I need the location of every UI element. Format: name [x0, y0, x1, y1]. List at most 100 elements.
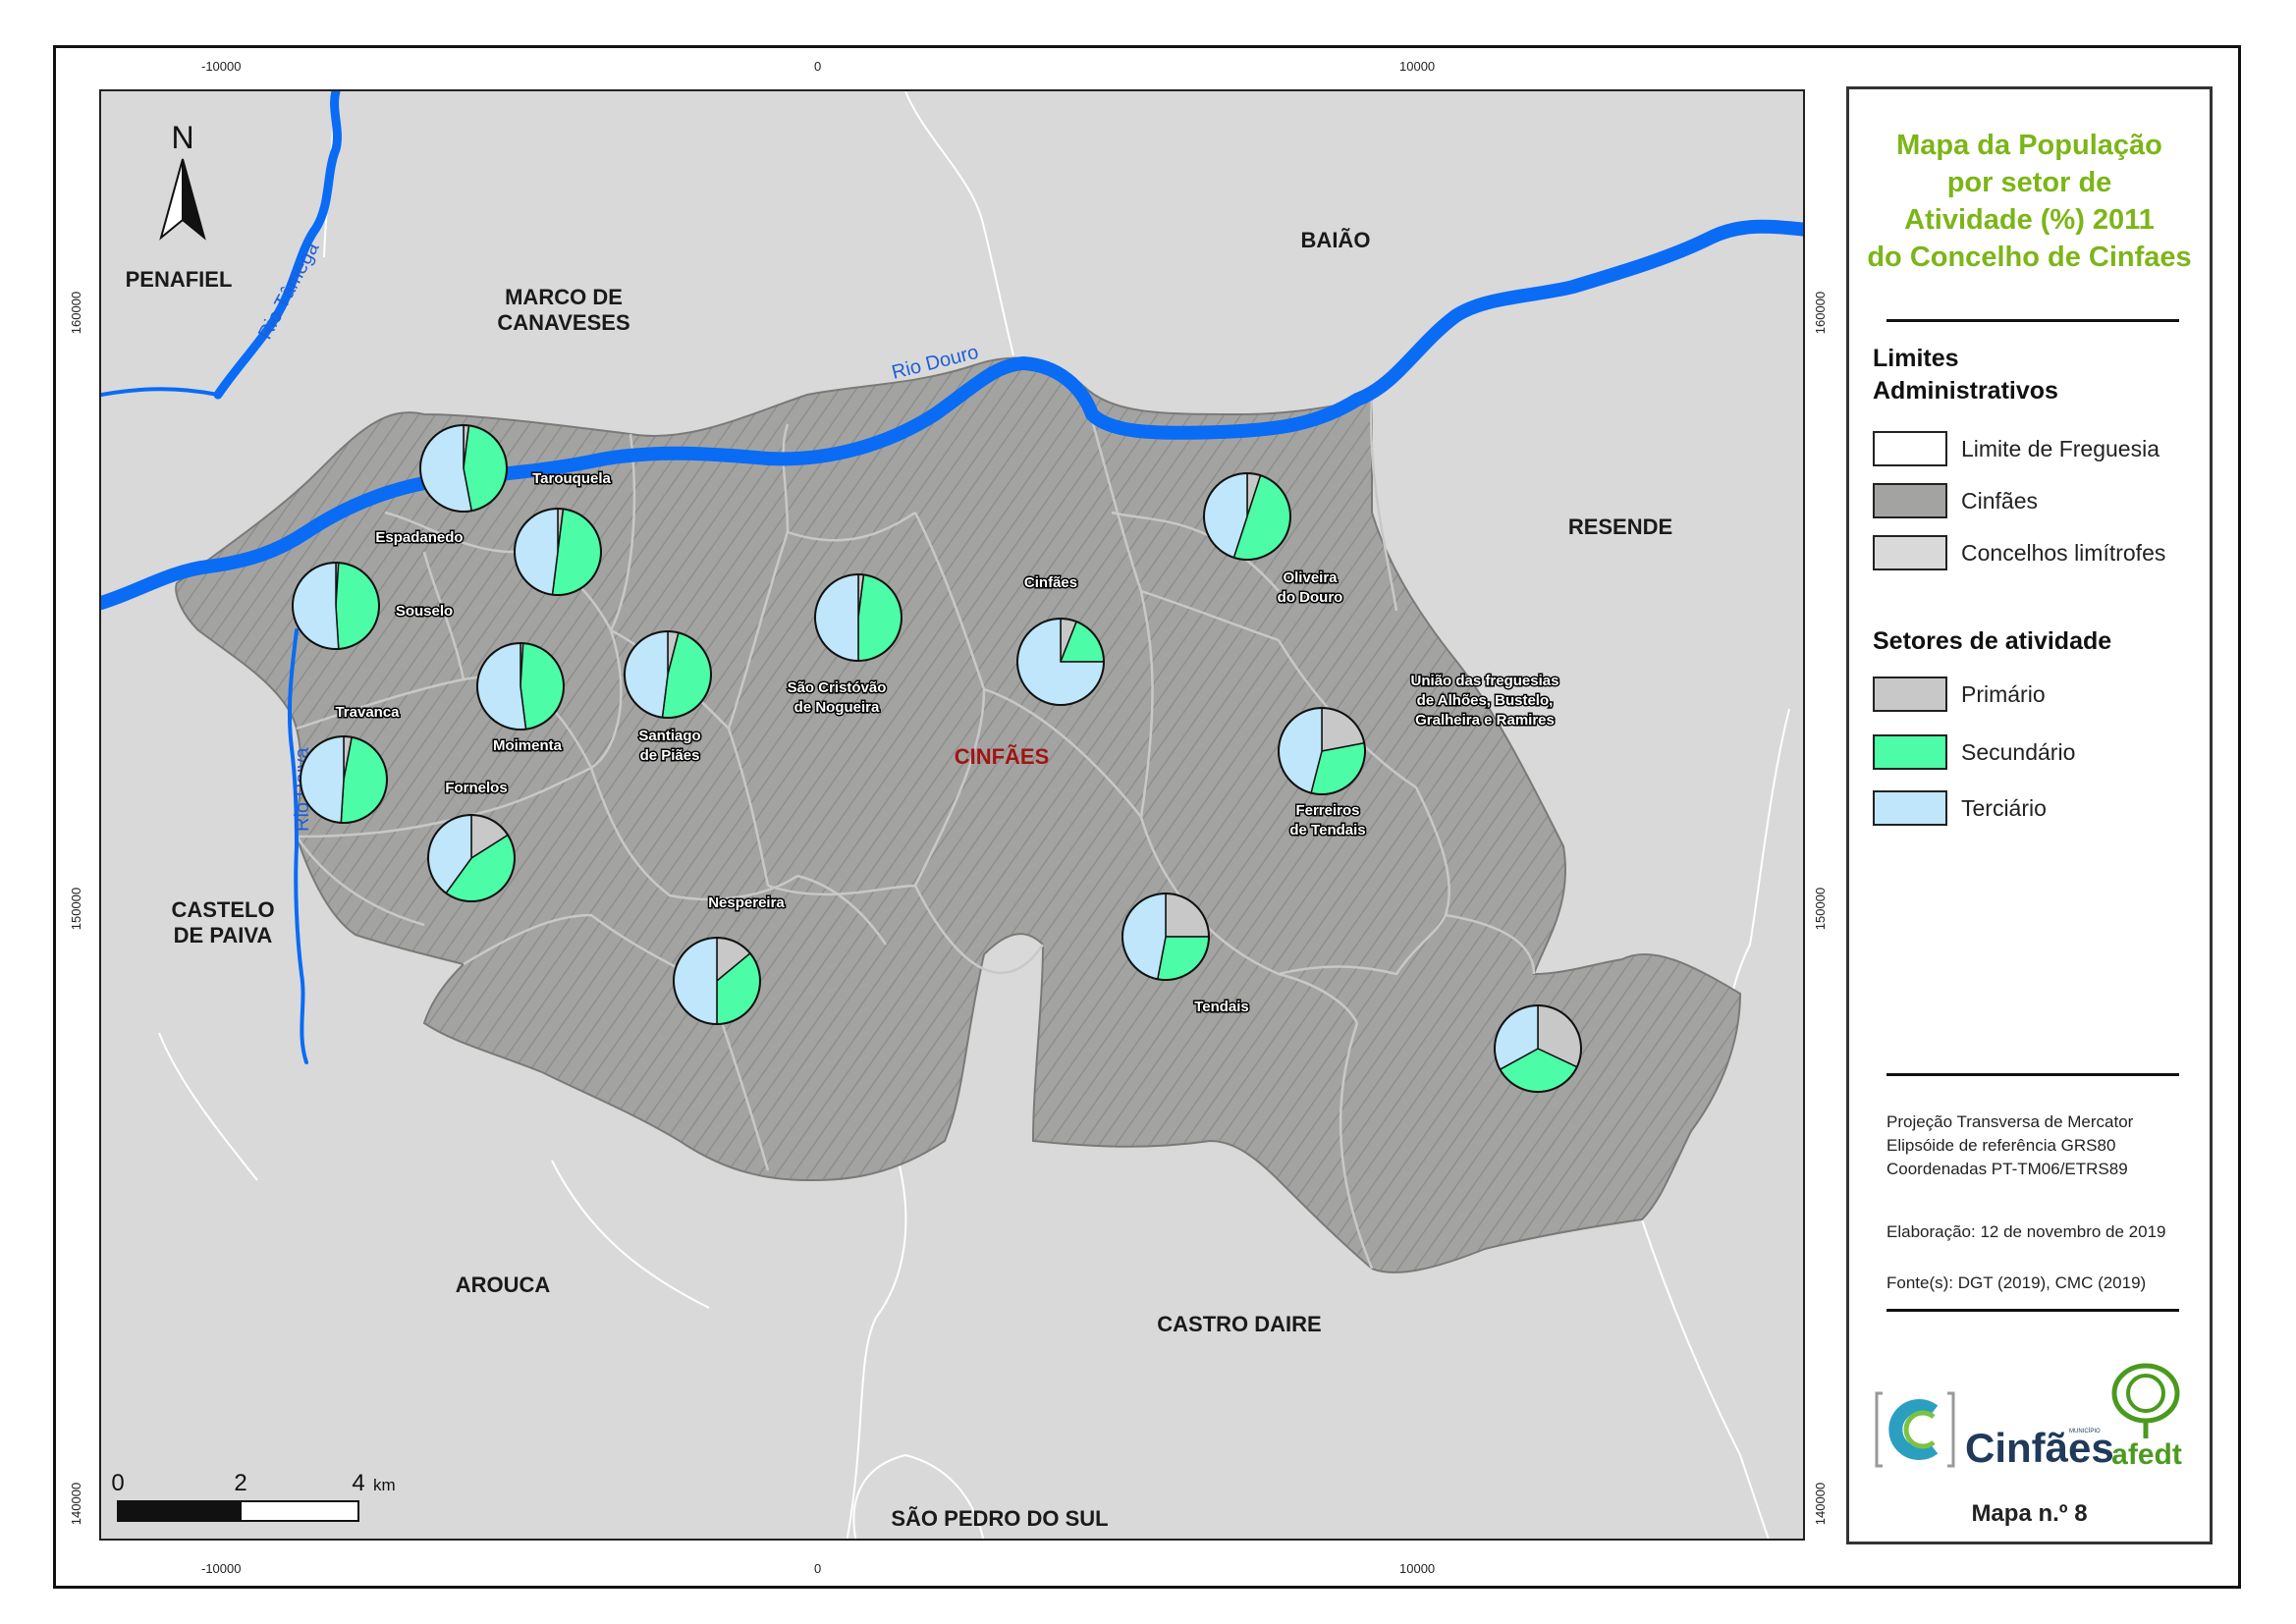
pie-espadanedo [514, 508, 602, 596]
swatch-terciario [1873, 790, 1947, 826]
grid-label-left: 160000 [69, 291, 84, 335]
legend-label: Primário [1961, 680, 2046, 707]
parish-label-oliveira: do Douro [1278, 589, 1343, 606]
parish-label-uniao: União das freguesias [1411, 673, 1559, 689]
pie-ferreiros [1278, 707, 1366, 795]
legend-panel: Mapa da População por setor de Atividade… [1846, 86, 2213, 1544]
parish-label-tarouquela: Tarouquela [532, 470, 611, 487]
label-resende: RESENDE [1568, 514, 1672, 539]
legend-item-cinfaes: Cinfães [1873, 481, 2038, 520]
parish-label-sao_cristovao: de Nogueira [794, 699, 880, 716]
legend-item-concelhos-limitrofes: Concelhos limítrofes [1873, 533, 2165, 572]
legend-item-limite-freguesia: Limite de Freguesia [1873, 429, 2159, 468]
map-title-line: por setor de [1946, 167, 2112, 198]
parish-label-santiago: de Piães [640, 747, 700, 764]
grid-label-right: 160000 [1813, 291, 1829, 335]
swatch-secundario [1873, 734, 1947, 770]
label-marco: CANAVESES [497, 310, 629, 335]
projection-info: Projeção Transversa de Mercator Elipsóid… [1886, 1110, 2133, 1181]
pie-nespereira [673, 937, 761, 1025]
swatch-limite-freguesia [1873, 431, 1947, 466]
divider [1886, 319, 2179, 322]
pie-oliveira [1203, 472, 1291, 561]
map-title-line: do Concelho de Cinfaes [1867, 242, 2192, 273]
parish-label-souselo: Souselo [396, 603, 453, 620]
afedt-logo-text: afedt [2111, 1438, 2182, 1471]
divider [1886, 1073, 2179, 1076]
divider [1886, 1309, 2179, 1312]
pie-uniao [1494, 1004, 1582, 1093]
map-number: Mapa n.º 8 [1971, 1500, 2088, 1527]
label-penafiel: PENAFIEL [126, 267, 233, 292]
label-castro-daire: CASTRO DAIRE [1157, 1312, 1321, 1336]
parish-label-sao_cristovao: São Cristóvão [788, 679, 887, 696]
label-arouca: AROUCA [456, 1272, 551, 1297]
parish-label-nespereira: Nespereira [708, 894, 785, 911]
coords-text: Coordenadas PT-TM06/ETRS89 [1886, 1160, 2128, 1178]
legend-label: Terciário [1961, 794, 2047, 821]
label-castelo-de-paiva: CASTELO [171, 897, 274, 922]
legend-admin-heading-line: Administrativos [1873, 377, 2058, 405]
map-title-line: Atividade (%) 2011 [1904, 204, 2155, 236]
sources: Fonte(s): DGT (2019), CMC (2019) [1886, 1273, 2147, 1292]
grid-label-top: 10000 [1399, 59, 1436, 74]
swatch-concelhos-limitrofes [1873, 535, 1947, 570]
parish-label-ferreiros: Ferreiros [1295, 802, 1359, 819]
parish-label-ferreiros: de Tendais [1289, 822, 1365, 839]
label-castelo-de-paiva: DE PAIVA [174, 923, 273, 947]
parish-label-fornelos: Fornelos [445, 780, 507, 796]
map-area: PENAFIEL MARCO DE CANAVESES BAIÃO RESEND… [99, 89, 1805, 1541]
grid-label-bottom: 10000 [1399, 1561, 1436, 1576]
scale-bar-white [240, 1500, 359, 1522]
legend-item-secundario: Secundário [1873, 732, 2075, 772]
parish-label-travanca: Travanca [335, 704, 400, 721]
legend-label: Secundário [1961, 738, 2076, 765]
map-title-line: Mapa da População [1896, 130, 2162, 161]
pie-fornelos [427, 814, 516, 902]
pie-moimenta [476, 642, 565, 731]
legend-label: Concelhos limítrofes [1961, 539, 2166, 566]
pie-travanca [300, 735, 388, 824]
grid-label-top: 0 [814, 59, 822, 74]
parish-label-uniao: Gralheira e Ramires [1415, 712, 1555, 729]
legend-label: Cinfães [1961, 487, 2038, 514]
label-marco: MARCO DE [505, 285, 623, 309]
grid-label-right: 140000 [1813, 1482, 1829, 1526]
map-title: Mapa da População por setor de Atividade… [1849, 127, 2210, 276]
parish-label-espadanedo: Espadanedo [375, 529, 463, 546]
map-svg: PENAFIEL MARCO DE CANAVESES BAIÃO RESEND… [101, 91, 1803, 1539]
label-baiao: BAIÃO [1301, 228, 1371, 252]
afedt-logo: afedt [2111, 1363, 2182, 1471]
parish-label-cinfaes: Cinfães [1024, 574, 1077, 591]
cinfaes-logo: Cinfães MUNICÍPIO [1875, 1391, 2114, 1471]
pie-souselo [292, 562, 380, 650]
grid-label-right: 150000 [1813, 887, 1829, 931]
parish-label-tendais: Tendais [1194, 999, 1249, 1015]
elaboration-date: Elaboração: 12 de novembro de 2019 [1886, 1222, 2166, 1241]
swatch-cinfaes [1873, 483, 1947, 518]
label-cinfaes-municipality: CINFÃES [955, 744, 1050, 769]
pie-santiago [624, 630, 712, 719]
legend-item-terciario: Terciário [1873, 788, 2047, 828]
parish-label-uniao: de Alhões, Bustelo, [1417, 692, 1554, 709]
cinfaes-logo-small-text: MUNICÍPIO [2069, 1428, 2101, 1435]
north-label: N [171, 120, 193, 155]
grid-label-left: 150000 [69, 887, 84, 931]
parish-label-oliveira: Oliveira [1283, 569, 1338, 586]
scale-bar-black [117, 1500, 242, 1522]
scale-unit: km [373, 1476, 396, 1494]
legend-sectors-heading: Setores de atividade [1873, 627, 2112, 655]
legend-item-primario: Primário [1873, 675, 2046, 714]
grid-label-bottom: -10000 [201, 1561, 242, 1576]
ellipsoid-text: Elipsóide de referência GRS80 [1886, 1136, 2116, 1155]
scale-label: 0 [111, 1470, 124, 1496]
grid-label-left: 140000 [69, 1482, 84, 1526]
scale-label: 4 [352, 1470, 364, 1496]
swatch-primario [1873, 677, 1947, 712]
parish-label-moimenta: Moimenta [493, 737, 563, 754]
scale-label: 2 [234, 1470, 246, 1496]
grid-label-top: -10000 [201, 59, 242, 74]
projection-text: Projeção Transversa de Mercator [1886, 1112, 2134, 1131]
pie-sao_cristovao [814, 573, 902, 662]
legend-admin-heading-line: Limites [1873, 345, 1959, 372]
